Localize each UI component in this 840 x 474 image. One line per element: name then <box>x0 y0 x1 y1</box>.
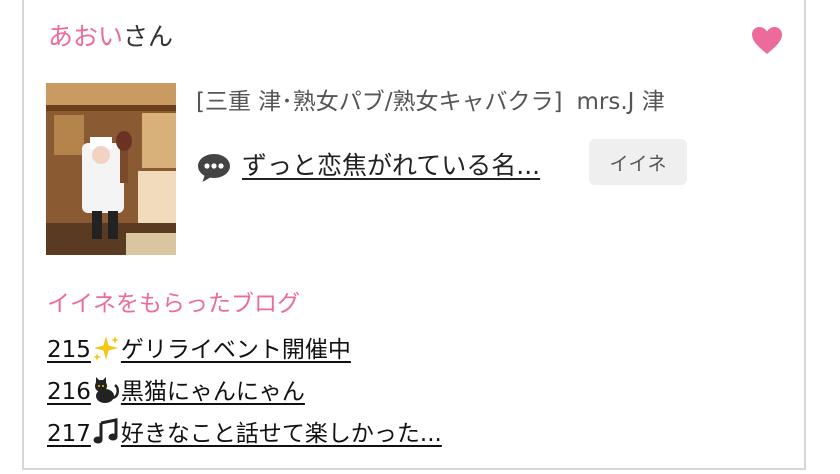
music-note-icon <box>93 418 118 444</box>
comment-link[interactable]: ずっと恋焦がれている名... <box>242 149 540 183</box>
shop-thumbnail[interactable] <box>46 83 176 255</box>
blog-title: ゲリライベント開催中 <box>120 337 351 363</box>
blog-number: 217 <box>47 421 91 447</box>
list-item: 215 ゲリライベント開催中 <box>47 330 442 372</box>
section-title: イイネをもらったブログ <box>47 291 300 317</box>
blog-title: 黒猫にゃんにゃん <box>120 379 305 405</box>
blog-link[interactable]: 215 ゲリライベント開催中 <box>47 336 351 363</box>
blog-number: 216 <box>47 379 91 405</box>
comment-icon <box>196 150 232 184</box>
heart-icon[interactable] <box>750 24 784 58</box>
user-name[interactable]: あおい <box>48 22 123 51</box>
sparkles-icon <box>92 336 119 361</box>
blog-list: 215 ゲリライベント開催中 216 黒猫にゃんにゃん 217 好きなこと話せて楽しか… <box>47 330 442 456</box>
black-cat-icon <box>94 377 119 403</box>
blog-title: 好きなこと話せて楽しかった... <box>120 421 442 447</box>
shop-name[interactable]: mrs.J 津 <box>577 89 665 115</box>
shop-info: [三重 津･熟女パブ/熟女キャバクラ] mrs.J 津 <box>196 86 665 118</box>
iine-button[interactable]: イイネ <box>589 139 687 185</box>
list-item: 217 好きなこと話せて楽しかった... <box>47 414 442 456</box>
shop-region-genre[interactable]: [三重 津･熟女パブ/熟女キャバクラ] <box>196 89 563 115</box>
like-notification-card: あおいさん [三重 津･熟女パブ/熟女キャバクラ] mrs.J 津 ずっと恋焦が… <box>22 0 806 470</box>
blog-link[interactable]: 216 黒猫にゃんにゃん <box>47 377 305 405</box>
blog-link[interactable]: 217 好きなこと話せて楽しかった... <box>47 418 442 447</box>
list-item: 216 黒猫にゃんにゃん <box>47 372 442 414</box>
user-suffix: さん <box>123 22 174 51</box>
user-line: あおいさん <box>48 20 173 54</box>
blog-number: 215 <box>47 337 91 363</box>
